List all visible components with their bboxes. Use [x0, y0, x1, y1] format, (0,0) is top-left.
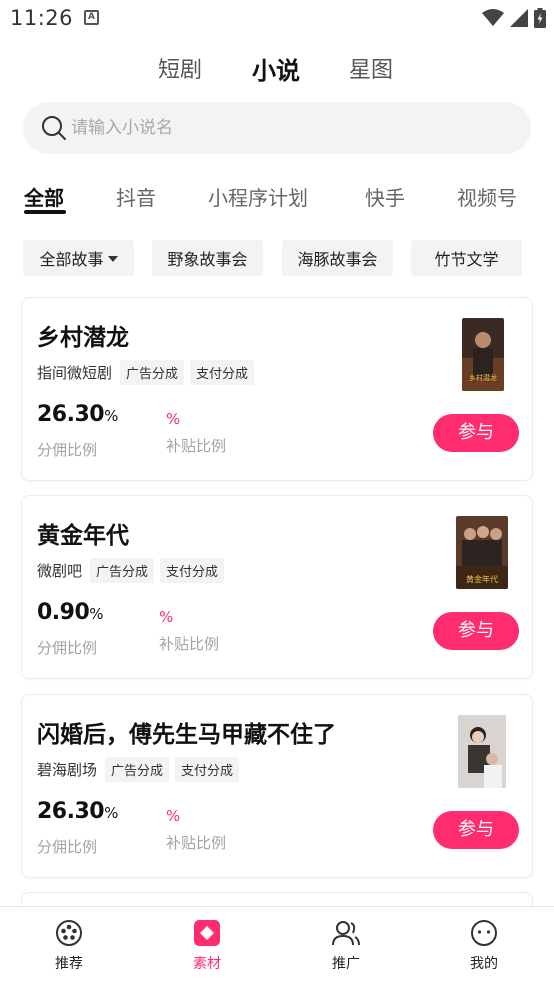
card-title: 黄金年代 — [37, 523, 129, 549]
search-bar[interactable] — [23, 102, 531, 154]
status-bar: 11:26 A — [0, 0, 554, 38]
join-button[interactable]: 参与 — [433, 414, 519, 452]
search-input[interactable] — [71, 102, 511, 154]
card-source: 碧海剧场 — [37, 761, 98, 779]
subsidy-label: 补贴比例 — [159, 635, 220, 653]
cover-image: 黄金年代 — [456, 516, 508, 589]
filter-chip-zhujie[interactable]: 竹节文学 — [411, 240, 522, 276]
subsidy-rate: % — [166, 807, 181, 825]
filter-chip-label: 野象故事会 — [167, 250, 248, 269]
join-button[interactable]: 参与 — [433, 612, 519, 650]
subsidy-label: 补贴比例 — [166, 834, 227, 852]
filter-chip-haitun[interactable]: 海豚故事会 — [282, 240, 393, 276]
filter-chip-all-stories[interactable]: 全部故事 — [23, 240, 134, 276]
signal-icon — [510, 9, 528, 27]
nav-promote[interactable]: 推广 — [306, 919, 386, 973]
wifi-icon — [482, 9, 504, 26]
card-meta: 微剧吧 广告分成 支付分成 — [37, 558, 225, 583]
novel-card[interactable]: 黄金年代 微剧吧 广告分成 支付分成 0.90% 分佣比例 % 补贴比例 黄金年… — [21, 495, 533, 679]
cover-image: 乡村潜龙 — [462, 318, 504, 391]
caret-down-icon — [107, 256, 118, 262]
tag-ad-share: 广告分成 — [120, 360, 185, 385]
search-icon — [42, 116, 66, 140]
category-tab-mini-program[interactable]: 小程序计划 — [208, 182, 308, 211]
novel-card[interactable]: 闪婚后，傅先生马甲藏不住了 碧海剧场 广告分成 支付分成 26.30% 分佣比例… — [21, 694, 533, 878]
category-tab-douyin[interactable]: 抖音 — [116, 182, 156, 211]
category-tab-all[interactable]: 全部 — [24, 182, 64, 211]
tag-pay-share: 支付分成 — [160, 558, 225, 583]
svg-text:黄金年代: 黄金年代 — [466, 574, 498, 584]
tab-novel[interactable]: 小说 — [252, 51, 300, 86]
category-tab-kuaishou[interactable]: 快手 — [365, 182, 405, 211]
card-title: 闪婚后，傅先生马甲藏不住了 — [37, 722, 336, 748]
tab-short-drama[interactable]: 短剧 — [158, 52, 202, 84]
commission-label: 分佣比例 — [37, 639, 98, 657]
battery-icon — [534, 8, 546, 28]
nav-recommend[interactable]: 推荐 — [29, 919, 109, 973]
commission-rate: 0.90% — [37, 600, 104, 625]
commission-rate: 26.30% — [37, 402, 118, 427]
nav-mine[interactable]: 我的 — [444, 919, 524, 973]
tag-ad-share: 广告分成 — [105, 757, 170, 782]
category-tab-channels[interactable]: 视频号 — [457, 182, 517, 211]
nav-material[interactable]: 素材 — [167, 919, 247, 973]
filter-chip-label: 海豚故事会 — [297, 250, 378, 269]
card-title: 乡村潜龙 — [37, 325, 129, 351]
smiley-icon — [471, 920, 497, 946]
commission-rate: 26.30% — [37, 799, 118, 824]
card-source: 微剧吧 — [37, 562, 83, 580]
card-meta: 碧海剧场 广告分成 支付分成 — [37, 757, 240, 782]
filter-chip-yexiang[interactable]: 野象故事会 — [152, 240, 263, 276]
nav-label: 推荐 — [55, 956, 83, 972]
top-tabs: 短剧 小说 星图 — [0, 52, 554, 92]
category-tab-indicator — [24, 210, 66, 214]
status-time: 11:26 — [10, 6, 74, 30]
card-source: 指间微短剧 — [37, 364, 113, 382]
tab-star-map[interactable]: 星图 — [349, 52, 393, 84]
commission-label: 分佣比例 — [37, 441, 98, 459]
subsidy-label: 补贴比例 — [166, 437, 227, 455]
tag-pay-share: 支付分成 — [175, 757, 240, 782]
film-reel-icon — [56, 920, 82, 946]
subsidy-rate: % — [166, 410, 181, 428]
bottom-nav: 推荐 素材 推广 我的 — [0, 906, 554, 984]
card-meta: 指间微短剧 广告分成 支付分成 — [37, 360, 255, 385]
notification-icon: A — [84, 10, 99, 25]
commission-label: 分佣比例 — [37, 838, 98, 856]
users-icon — [332, 921, 360, 946]
nav-label: 推广 — [332, 956, 360, 972]
material-icon — [194, 920, 220, 946]
join-button[interactable]: 参与 — [433, 811, 519, 849]
filter-chip-label: 竹节文学 — [434, 250, 499, 269]
nav-label: 素材 — [193, 956, 221, 972]
novel-card[interactable]: 乡村潜龙 指间微短剧 广告分成 支付分成 26.30% 分佣比例 % 补贴比例 … — [21, 297, 533, 481]
nav-label: 我的 — [470, 956, 498, 972]
svg-text:乡村潜龙: 乡村潜龙 — [469, 373, 497, 382]
filter-chip-label: 全部故事 — [39, 250, 104, 269]
tag-ad-share: 广告分成 — [90, 558, 155, 583]
tag-pay-share: 支付分成 — [190, 360, 255, 385]
cover-image — [458, 715, 506, 788]
status-icons — [482, 8, 546, 28]
subsidy-rate: % — [159, 608, 174, 626]
